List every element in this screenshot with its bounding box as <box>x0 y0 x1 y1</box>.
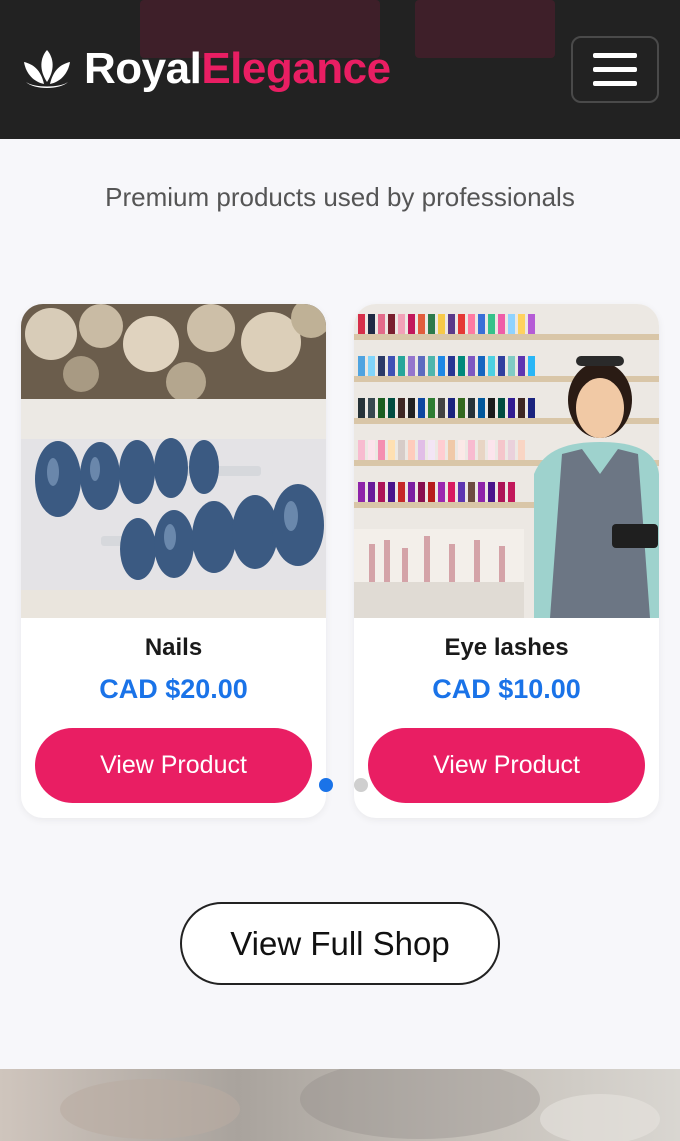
view-product-button[interactable]: View Product <box>35 728 312 803</box>
product-card[interactable]: Nails CAD $20.00 View Product <box>21 304 326 818</box>
section-subtitle: Premium products used by professionals <box>105 182 575 212</box>
brand-name-royal: Royal <box>84 44 202 93</box>
product-price: CAD $10.00 <box>432 674 581 704</box>
menu-button[interactable] <box>571 36 659 103</box>
product-name: Eye lashes <box>444 634 569 661</box>
view-full-shop-button[interactable]: View Full Shop <box>180 902 500 985</box>
hamburger-icon <box>593 81 637 86</box>
nail-polish-shop-photo[interactable] <box>354 304 659 618</box>
next-section-photo <box>0 1069 680 1141</box>
brand-name-elegance: Elegance <box>201 44 391 93</box>
product-card[interactable]: Eye lashes CAD $10.00 View Product <box>354 304 659 818</box>
carousel-dot-active[interactable] <box>319 778 333 792</box>
product-name: Nails <box>144 634 203 661</box>
nails-photo[interactable] <box>21 304 326 618</box>
hamburger-icon <box>593 67 637 72</box>
brand-logo[interactable]: RoyalElegance <box>20 44 391 94</box>
site-header: RoyalElegance <box>0 0 680 139</box>
brand-name: RoyalElegance <box>84 44 391 94</box>
view-product-button[interactable]: View Product <box>368 728 645 803</box>
product-price: CAD $20.00 <box>99 674 248 704</box>
carousel-dot[interactable] <box>354 778 368 792</box>
hamburger-icon <box>593 53 637 58</box>
carousel-dots <box>319 778 368 792</box>
lotus-icon <box>24 50 70 88</box>
